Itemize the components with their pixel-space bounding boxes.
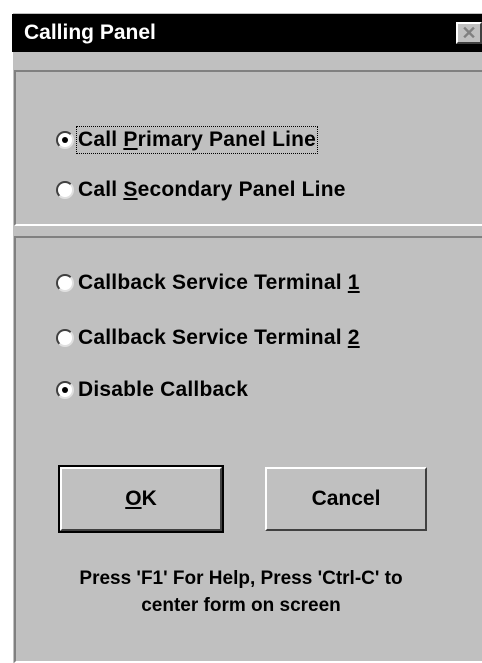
radio-selected-icon[interactable]	[56, 131, 74, 149]
radio-label-call-primary: Call Primary Panel Line	[75, 126, 319, 154]
help-text-line-2: center form on screen	[141, 595, 341, 616]
help-text: Press 'F1' For Help, Press 'Ctrl-C' to c…	[14, 565, 468, 619]
window-title: Calling Panel	[24, 21, 156, 44]
radio-call-primary[interactable]: Call Primary Panel Line	[56, 125, 319, 155]
radio-callback-terminal-2[interactable]: Callback Service Terminal 2	[56, 323, 360, 353]
radio-unselected-icon[interactable]	[56, 329, 74, 347]
close-button[interactable]: ✕	[456, 22, 482, 44]
window-top-edge	[0, 0, 482, 12]
radio-selected-icon[interactable]	[56, 381, 74, 399]
radio-unselected-icon[interactable]	[56, 274, 74, 292]
radio-unselected-icon[interactable]	[56, 181, 74, 199]
title-bar[interactable]: Calling Panel ✕	[12, 14, 482, 52]
close-icon: ✕	[461, 23, 477, 43]
radio-label-callback-terminal-2: Callback Service Terminal 2	[78, 326, 360, 349]
radio-disable-callback[interactable]: Disable Callback	[56, 375, 248, 405]
radio-label-callback-terminal-1: Callback Service Terminal 1	[78, 271, 360, 294]
cancel-button-label: Cancel	[311, 487, 381, 510]
radio-callback-terminal-1[interactable]: Callback Service Terminal 1	[56, 268, 360, 298]
cancel-button[interactable]: Cancel	[265, 467, 427, 531]
ok-button-label: OK	[125, 487, 157, 510]
window-left-edge	[0, 0, 12, 663]
radio-call-secondary[interactable]: Call Secondary Panel Line	[56, 175, 346, 205]
ok-button[interactable]: OK	[58, 465, 224, 533]
help-text-line-1: Press 'F1' For Help, Press 'Ctrl-C' to	[79, 568, 403, 589]
radio-label-disable-callback: Disable Callback	[78, 378, 249, 401]
radio-label-call-secondary: Call Secondary Panel Line	[78, 178, 346, 201]
